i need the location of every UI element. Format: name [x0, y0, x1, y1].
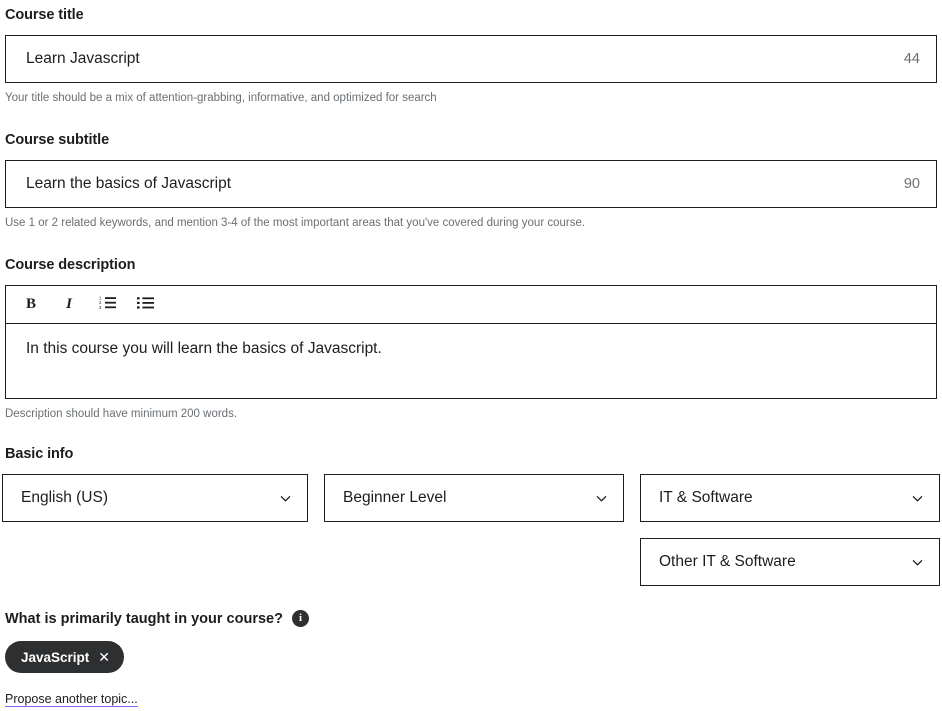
topic-tag-label: JavaScript: [21, 649, 90, 665]
course-subtitle-section: Course subtitle 90 Use 1 or 2 related ke…: [5, 133, 937, 230]
ordered-list-icon: 1 2 3: [99, 295, 116, 313]
subcategory-select[interactable]: Other IT & Software: [640, 537, 940, 586]
course-title-label: Course title: [5, 7, 84, 23]
category-column: IT & Software Other IT & Software: [640, 473, 940, 586]
course-subtitle-field[interactable]: 90: [5, 159, 937, 208]
course-title-counter: 44: [903, 50, 920, 67]
chevron-down-icon: [280, 493, 291, 504]
unordered-list-button[interactable]: [128, 289, 162, 319]
course-title-helper-text: Your title should be a mix of attention-…: [5, 91, 437, 104]
basic-info-label: Basic info: [5, 446, 74, 462]
topic-tag-row: JavaScript ✕: [5, 641, 937, 673]
chevron-down-icon: [912, 493, 923, 504]
course-subtitle-input[interactable]: [26, 160, 894, 207]
editor-toolbar: B I 1 2 3: [6, 286, 936, 324]
course-description-textarea[interactable]: In this course you will learn the basics…: [6, 324, 936, 398]
unordered-list-icon: [136, 295, 154, 313]
course-subtitle-helper-text: Use 1 or 2 related keywords, and mention…: [5, 216, 586, 229]
course-description-section: Course description B I 1 2 3 In this cou…: [5, 258, 937, 421]
topic-tag[interactable]: JavaScript ✕: [5, 641, 125, 673]
course-subtitle-counter: 90: [903, 175, 920, 192]
course-title-section: Course title 44 Your title should be a m…: [5, 8, 937, 105]
primary-topic-question-text: What is primarily taught in your course?: [5, 610, 283, 627]
basic-info-grid: English (US) Beginner Level IT & Softwar…: [2, 473, 940, 586]
course-description-helper-text: Description should have minimum 200 word…: [5, 407, 238, 420]
chevron-down-icon: [912, 557, 923, 568]
italic-icon: I: [66, 295, 72, 312]
category-select-value: IT & Software: [659, 488, 753, 506]
italic-button[interactable]: I: [52, 289, 86, 319]
propose-topic-row: Propose another topic...: [5, 690, 937, 708]
primary-topic-question: What is primarily taught in your course?…: [5, 610, 937, 627]
category-select[interactable]: IT & Software: [640, 473, 940, 522]
course-description-label: Course description: [5, 257, 136, 273]
course-landing-page-form: Course title 44 Your title should be a m…: [0, 0, 942, 711]
close-icon[interactable]: ✕: [98, 650, 110, 664]
info-icon-glyph: i: [298, 612, 302, 624]
level-select[interactable]: Beginner Level: [324, 473, 624, 522]
subcategory-select-value: Other IT & Software: [659, 552, 796, 570]
basic-info-section: Basic info English (US) Beginner Level I…: [2, 447, 940, 586]
svg-text:3: 3: [99, 305, 102, 310]
course-title-field[interactable]: 44: [5, 34, 937, 83]
level-select-value: Beginner Level: [343, 488, 447, 506]
ordered-list-button[interactable]: 1 2 3: [90, 289, 124, 319]
bold-button[interactable]: B: [14, 289, 48, 319]
course-subtitle-label: Course subtitle: [5, 132, 110, 148]
bold-icon: B: [25, 295, 36, 312]
info-icon[interactable]: i: [291, 610, 309, 627]
language-select[interactable]: English (US): [2, 473, 308, 522]
course-title-input[interactable]: [26, 35, 894, 82]
primary-topic-section: What is primarily taught in your course?…: [5, 610, 937, 708]
course-description-editor: B I 1 2 3 In this course you will learn …: [5, 284, 937, 399]
propose-another-topic-link[interactable]: Propose another topic...: [5, 692, 138, 706]
chevron-down-icon: [596, 493, 607, 504]
language-select-value: English (US): [21, 488, 108, 506]
